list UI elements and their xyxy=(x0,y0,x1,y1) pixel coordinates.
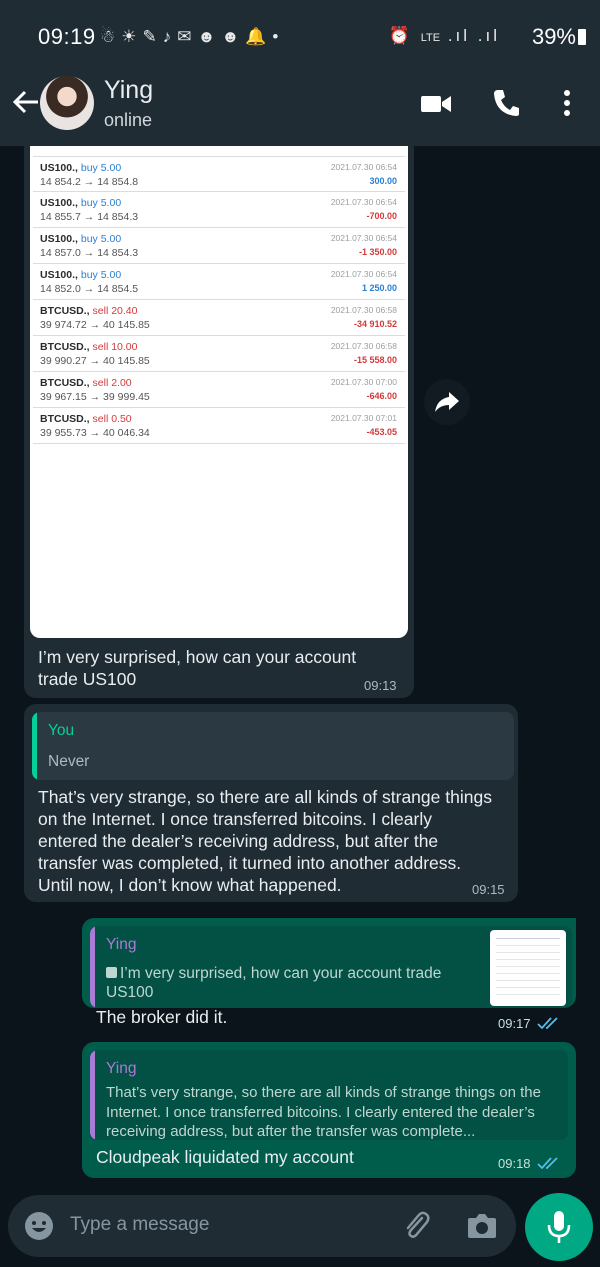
quote-author: Ying xyxy=(106,936,137,953)
trade-row: US100., buy 5.00 14 855.7 → 14 854.3 202… xyxy=(33,192,405,228)
outgoing-message[interactable]: Ying I’m very surprised, how can your ac… xyxy=(82,918,576,1031)
message-time: 09:15 xyxy=(472,882,505,897)
message-input-bar[interactable]: Type a message xyxy=(8,1195,516,1257)
status-time: 09:19 xyxy=(38,24,96,49)
chat-header: Ying online xyxy=(0,62,600,146)
microphone-icon xyxy=(547,1211,571,1243)
message-text: That’s very strange, so there are all ki… xyxy=(38,787,492,895)
message-text: The broker did it. xyxy=(96,1007,228,1027)
signal-icons: ⏰ LTE .ıl .ıl xyxy=(388,26,500,45)
quote-author: Ying xyxy=(106,1060,137,1077)
message-text: I’m very surprised, how can your account… xyxy=(38,647,357,689)
trade-row: US100., buy 5.00 14 852.0 → 14 854.5 202… xyxy=(33,264,405,300)
message-input[interactable]: Type a message xyxy=(70,1214,209,1236)
quote-bar xyxy=(32,712,37,780)
read-ticks-icon xyxy=(537,1017,558,1030)
trade-row: BTCUSD., sell 20.40 39 974.72 → 40 145.8… xyxy=(33,300,405,336)
back-arrow-icon[interactable] xyxy=(10,84,42,120)
quoted-message[interactable]: Ying That’s very strange, so there are a… xyxy=(90,1050,568,1140)
phone-icon[interactable] xyxy=(492,88,520,118)
message-text: Cloudpeak liquidated my account xyxy=(96,1147,354,1167)
incoming-message[interactable]: You Never That’s very strange, so there … xyxy=(24,704,518,902)
quote-text: Never xyxy=(48,753,90,770)
outgoing-message[interactable]: Ying That’s very strange, so there are a… xyxy=(82,1042,576,1178)
quote-thumbnail xyxy=(490,930,566,1006)
trade-list: US100., buy 5.00 14 854.2 → 14 854.8 202… xyxy=(30,156,408,444)
emoji-icon[interactable] xyxy=(24,1211,54,1241)
quote-text: I’m very surprised, how can your account… xyxy=(106,965,442,1001)
network-label: LTE xyxy=(420,32,441,44)
voice-message-button[interactable] xyxy=(525,1193,593,1261)
photo-icon xyxy=(106,967,117,978)
incoming-image-message[interactable]: US100., buy 5.00 14 854.2 → 14 854.8 202… xyxy=(24,146,414,698)
quote-author: You xyxy=(48,722,75,739)
contact-status: online xyxy=(104,110,153,130)
message-time: 09:17 xyxy=(498,1016,563,1031)
read-ticks-icon xyxy=(537,1157,558,1170)
quoted-message[interactable]: You Never xyxy=(32,712,514,780)
message-time: 09:18 xyxy=(498,1156,563,1171)
contact-name[interactable]: Ying xyxy=(104,76,153,105)
camera-icon[interactable] xyxy=(466,1211,498,1241)
status-bar: 09:19 ☃☀✎♪✉☻☻🔔• ⏰ LTE .ıl .ıl 39% xyxy=(0,0,600,62)
quoted-message[interactable]: Ying I’m very surprised, how can your ac… xyxy=(90,926,572,1008)
chat-area[interactable]: US100., buy 5.00 14 854.2 → 14 854.8 202… xyxy=(0,146,600,1189)
video-call-icon[interactable] xyxy=(420,92,452,116)
attach-icon[interactable] xyxy=(400,1209,434,1243)
quote-bar xyxy=(90,926,95,1008)
battery-level: 39% xyxy=(532,24,586,50)
forward-icon xyxy=(424,379,470,425)
trade-row: BTCUSD., sell 2.00 39 967.15 → 39 999.45… xyxy=(33,372,405,408)
avatar[interactable] xyxy=(40,76,94,130)
notification-icons: ☃☀✎♪✉☻☻🔔• xyxy=(100,27,285,46)
battery-icon xyxy=(578,29,586,45)
trade-row: US100., buy 5.00 14 857.0 → 14 854.3 202… xyxy=(33,228,405,264)
trade-row: BTCUSD., sell 10.00 39 990.27 → 40 145.8… xyxy=(33,336,405,372)
forward-button[interactable] xyxy=(424,379,470,425)
trade-history-image[interactable]: US100., buy 5.00 14 854.2 → 14 854.8 202… xyxy=(30,146,408,638)
quote-bar xyxy=(90,1050,95,1140)
message-time: 09:13 xyxy=(364,678,397,693)
quote-text: That’s very strange, so there are all ki… xyxy=(106,1084,541,1140)
trade-row: US100., buy 5.00 14 854.2 → 14 854.8 202… xyxy=(33,156,405,192)
trade-row: BTCUSD., sell 0.50 39 955.73 → 40 046.34… xyxy=(33,408,405,444)
more-options-icon[interactable] xyxy=(560,88,574,118)
